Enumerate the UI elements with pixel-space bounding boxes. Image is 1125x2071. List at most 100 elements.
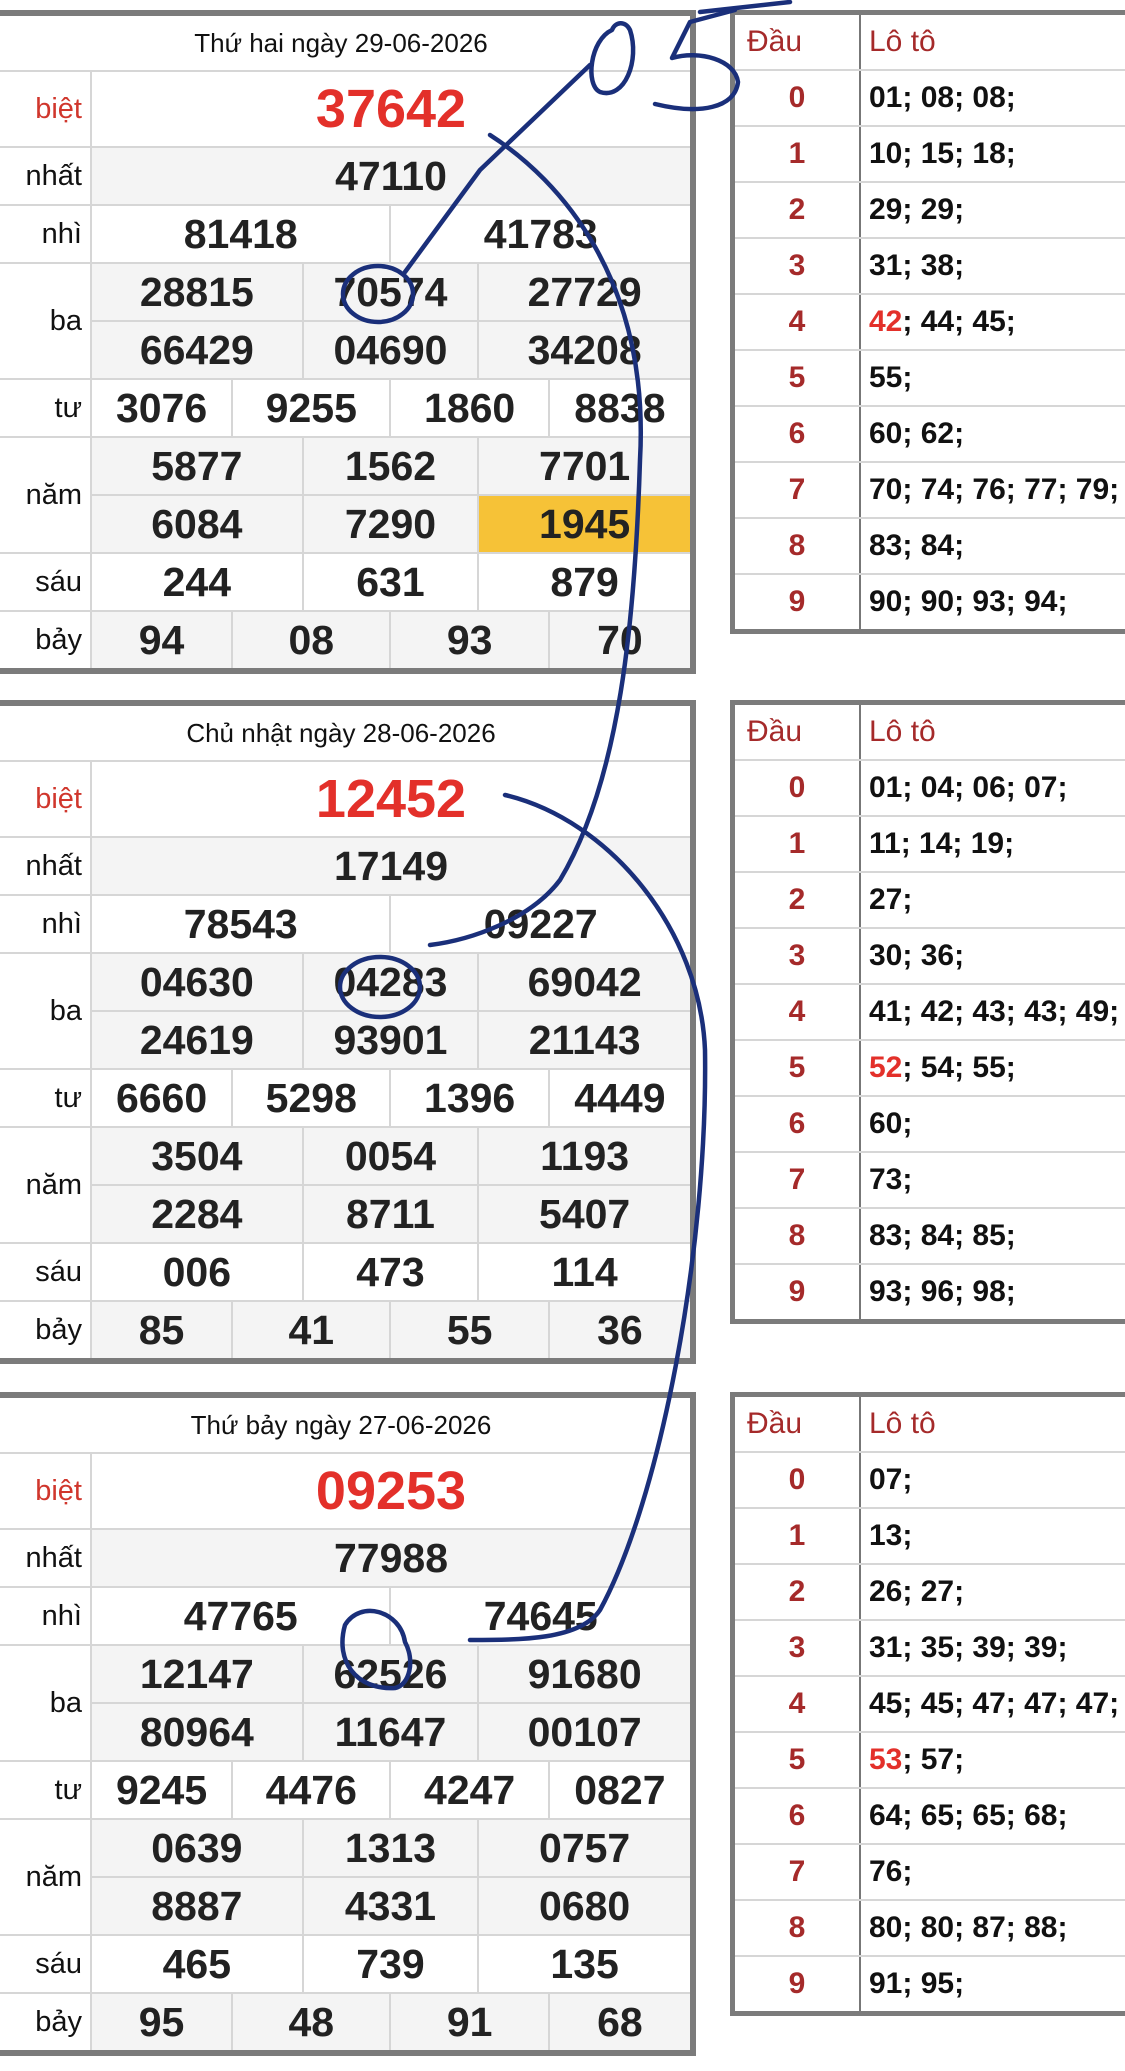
prize-number: 85 bbox=[89, 1300, 234, 1362]
prize-number: 5407 bbox=[477, 1184, 694, 1244]
prize-number: 68 bbox=[547, 1992, 695, 2054]
loto-value-text: 73; bbox=[869, 1163, 913, 1196]
loto-value-text: 60; 62; bbox=[869, 417, 965, 450]
day-title: Thứ bảy ngày 27-06-2026 bbox=[0, 1394, 694, 1454]
prize-number: 47765 bbox=[89, 1586, 392, 1646]
prize-number: 244 bbox=[90, 552, 304, 612]
prize-number: 1396 bbox=[389, 1068, 550, 1128]
loto-dau: 3 bbox=[732, 928, 861, 985]
loto-value-text: 29; 29; bbox=[869, 193, 965, 226]
special-prize: 12452 bbox=[90, 760, 694, 838]
loto-value-text: ; 44; 45; bbox=[902, 305, 1016, 338]
prize-label: tư bbox=[0, 1760, 92, 1820]
prize-number: 62526 bbox=[301, 1644, 480, 1704]
prize-number: 21143 bbox=[477, 1010, 694, 1070]
loto-values: 83; 84; 85; bbox=[860, 1208, 1125, 1265]
prize-number: 81418 bbox=[89, 204, 392, 264]
loto-dau: 6 bbox=[732, 1096, 861, 1153]
loto-dau: 7 bbox=[732, 462, 861, 519]
prize-label: sáu bbox=[0, 1934, 92, 1994]
prize-number: 48 bbox=[231, 1992, 392, 2054]
prize-number: 41 bbox=[231, 1300, 392, 1362]
loto-values: 07; bbox=[860, 1452, 1125, 1509]
loto-values: 55; bbox=[860, 350, 1125, 407]
prize-number: 1562 bbox=[301, 436, 480, 496]
loto-dau: 1 bbox=[732, 1508, 861, 1565]
prize-label: biệt bbox=[0, 760, 92, 838]
loto-special-tail: 52 bbox=[869, 1051, 903, 1084]
prize-number: 6084 bbox=[90, 494, 304, 554]
prize-number: 0757 bbox=[477, 1818, 694, 1878]
prize-number: 1193 bbox=[477, 1126, 694, 1186]
prize-number: 04630 bbox=[90, 952, 304, 1012]
loto-dau: 6 bbox=[732, 406, 861, 463]
loto-values: 10; 15; 18; bbox=[860, 126, 1125, 183]
loto-values: 26; 27; bbox=[860, 1564, 1125, 1621]
prize-number: 91680 bbox=[477, 1644, 694, 1704]
prize-number: 2284 bbox=[90, 1184, 304, 1244]
loto-dau: 0 bbox=[732, 760, 861, 817]
loto-values: 90; 90; 93; 94; bbox=[860, 574, 1125, 633]
prize-number: 9255 bbox=[231, 378, 392, 438]
loto-head-dau: Đầu bbox=[732, 12, 861, 71]
loto-value-text: 01; 04; 06; 07; bbox=[869, 771, 1068, 804]
prize-number: 465 bbox=[90, 1934, 304, 1994]
loto-values: 80; 80; 87; 88; bbox=[860, 1900, 1125, 1957]
loto-value-text: 31; 38; bbox=[869, 249, 965, 282]
loto-values: 31; 35; 39; 39; bbox=[860, 1620, 1125, 1677]
loto-value-text: 80; 80; 87; 88; bbox=[869, 1911, 1068, 1944]
prize-number: 47110 bbox=[90, 146, 694, 206]
prize-number: 3076 bbox=[89, 378, 234, 438]
prize-label: tư bbox=[0, 378, 92, 438]
loto-dau: 2 bbox=[732, 872, 861, 929]
day-title: Chủ nhật ngày 28-06-2026 bbox=[0, 702, 694, 762]
loto-values: 11; 14; 19; bbox=[860, 816, 1125, 873]
prize-number: 1313 bbox=[301, 1818, 480, 1878]
loto-head-loto: Lô tô bbox=[860, 1394, 1125, 1453]
loto-dau: 6 bbox=[732, 1788, 861, 1845]
prize-label: bảy bbox=[0, 1992, 92, 2054]
loto-head-dau: Đầu bbox=[732, 1394, 861, 1453]
prize-number: 70574 bbox=[301, 262, 480, 322]
loto-value-text: 01; 08; 08; bbox=[869, 81, 1016, 114]
loto-dau: 8 bbox=[732, 1208, 861, 1265]
prize-number: 4449 bbox=[547, 1068, 695, 1128]
prize-number: 74645 bbox=[389, 1586, 694, 1646]
prize-number: 70 bbox=[547, 610, 695, 672]
prize-label: nhì bbox=[0, 204, 92, 264]
loto-value-text: 64; 65; 65; 68; bbox=[869, 1799, 1068, 1832]
prize-label: biệt bbox=[0, 70, 92, 148]
loto-dau: 9 bbox=[732, 574, 861, 633]
prize-number: 8711 bbox=[301, 1184, 480, 1244]
loto-dau: 4 bbox=[732, 1676, 861, 1733]
prize-number: 006 bbox=[90, 1242, 304, 1302]
loto-values: 31; 38; bbox=[860, 238, 1125, 295]
prize-number: 4331 bbox=[301, 1876, 480, 1936]
loto-values: 29; 29; bbox=[860, 182, 1125, 239]
loto-dau: 9 bbox=[732, 1264, 861, 1323]
prize-label: ba bbox=[0, 1644, 92, 1762]
loto-values: 41; 42; 43; 43; 49; 4 bbox=[860, 984, 1125, 1041]
prize-label: ba bbox=[0, 262, 92, 380]
loto-values: 76; bbox=[860, 1844, 1125, 1901]
loto-dau: 8 bbox=[732, 518, 861, 575]
special-prize: 37642 bbox=[90, 70, 694, 148]
loto-table: Đầu Lô tô 0 07; 1 13; 2 26; 27; 3 31; 35; 39; 39… bbox=[730, 1392, 1125, 2016]
prize-number: 80964 bbox=[90, 1702, 304, 1762]
loto-value-text: 41; 42; 43; 43; 49; 4 bbox=[869, 995, 1125, 1028]
prize-label: bảy bbox=[0, 1300, 92, 1362]
loto-dau: 4 bbox=[732, 294, 861, 351]
prize-number: 93 bbox=[389, 610, 550, 672]
loto-special-tail: 42 bbox=[869, 305, 903, 338]
loto-values: 42; 44; 45; bbox=[860, 294, 1125, 351]
result-table: Chủ nhật ngày 28-06-2026 biệt 12452 nhất… bbox=[0, 700, 696, 1364]
prize-label: nhất bbox=[0, 836, 92, 896]
prize-number: 135 bbox=[477, 1934, 694, 1994]
loto-special-tail: 53 bbox=[869, 1743, 903, 1776]
loto-value-text: 13; bbox=[869, 1519, 913, 1552]
prize-number: 0680 bbox=[477, 1876, 694, 1936]
loto-dau: 5 bbox=[732, 1732, 861, 1789]
prize-number: 1945 bbox=[477, 494, 694, 554]
loto-dau: 7 bbox=[732, 1152, 861, 1209]
prize-number: 66429 bbox=[90, 320, 304, 380]
